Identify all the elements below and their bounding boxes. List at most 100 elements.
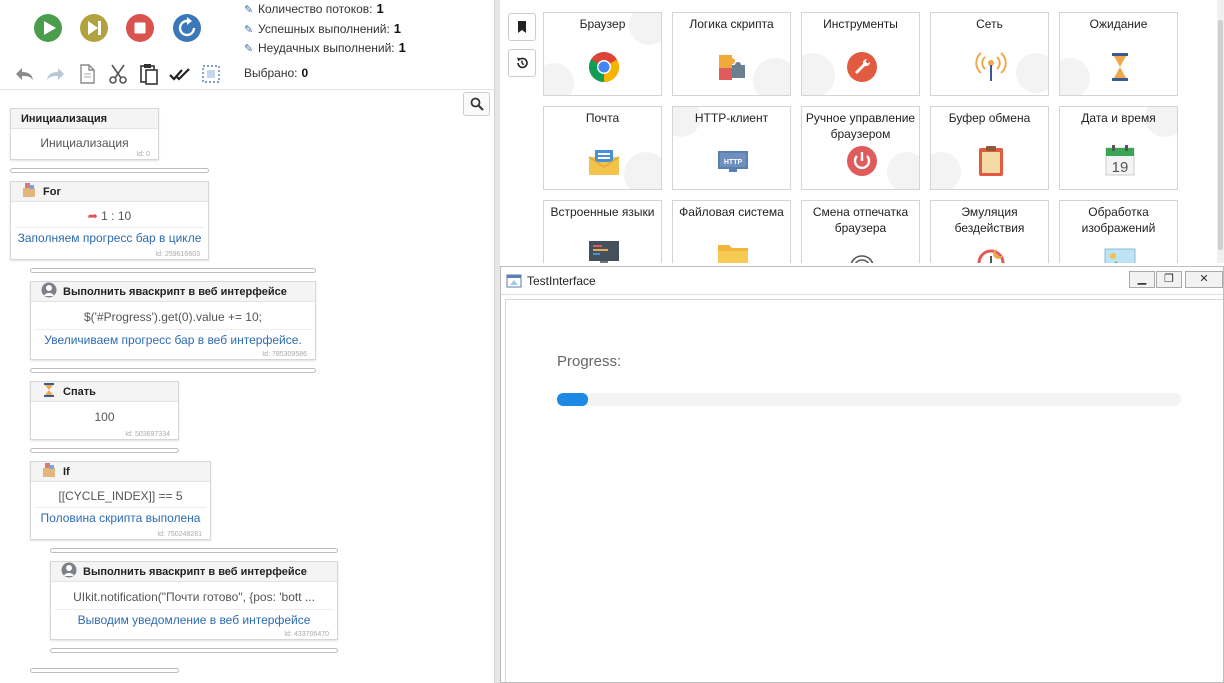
block-header: If: [31, 462, 210, 482]
http-icon: HTTP: [717, 145, 749, 177]
block-header: Спать: [31, 382, 178, 402]
tile-label: Ручное управление браузером: [805, 111, 916, 141]
tile-label: Буфер обмена: [948, 111, 1031, 125]
refresh-icon: [173, 14, 201, 42]
action-block-sleep[interactable]: Спать 100 Id: 503697334: [30, 381, 179, 440]
undo-button[interactable]: [12, 62, 36, 86]
search-button[interactable]: [463, 92, 490, 116]
scrollbar-thumb[interactable]: [1218, 20, 1223, 250]
stop-icon: [126, 14, 154, 42]
play-icon: [34, 14, 62, 42]
palette-tile-image-processing[interactable]: Обработка изображений: [1059, 200, 1178, 263]
window-titlebar[interactable]: TestInterface ▁ ❐ ✕: [501, 267, 1223, 295]
block-title: Спать: [63, 386, 96, 398]
run-one-step-button[interactable]: [79, 13, 109, 43]
block-title: Выполнить яваскрипт в веб интерфейсе: [83, 566, 307, 578]
tile-label: Встроенные языки: [550, 205, 655, 219]
tile-label: Браузер: [579, 17, 626, 31]
palette-tile-date-time[interactable]: Дата и время 19: [1059, 106, 1178, 190]
palette-tile-waiting[interactable]: Ожидание: [1059, 12, 1178, 96]
fail-count: ✎ Неудачных выполнений: 1: [244, 39, 406, 57]
palette-tile-file-system[interactable]: Файловая система: [672, 200, 791, 263]
block-id: Id: 433706470: [284, 631, 329, 638]
close-icon: ✕: [1199, 273, 1209, 285]
selection-mode-button[interactable]: [199, 62, 223, 86]
user-avatar-icon: [41, 282, 57, 298]
chrome-icon: [588, 51, 620, 83]
block-connector: [50, 648, 338, 653]
palette-tile-mail[interactable]: Почта: [543, 106, 662, 190]
minimize-button[interactable]: ▁: [1129, 271, 1155, 288]
block-connector: [50, 548, 338, 553]
action-block-init[interactable]: Инициализация Инициализация Id: 0: [10, 108, 159, 160]
restore-icon: ❐: [1164, 273, 1174, 285]
block-id: Id: 750248281: [157, 531, 202, 538]
copy-button[interactable]: [75, 62, 99, 86]
palette-tile-browser[interactable]: Браузер: [543, 12, 662, 96]
block-body: $('#Progress').get(0).value += 10;: [83, 310, 262, 324]
bookmark-button[interactable]: [508, 13, 536, 41]
hourglass-icon: [44, 383, 54, 397]
restart-button[interactable]: [172, 13, 202, 43]
palette-tile-builtin-languages[interactable]: Встроенные языки: [543, 200, 662, 263]
close-button[interactable]: ✕: [1185, 271, 1223, 288]
scissors-icon: [109, 64, 127, 84]
block-id: Id: 259616603: [155, 251, 200, 258]
run-button[interactable]: [33, 13, 63, 43]
action-block-for[interactable]: For ➦ 1 : 10 Заполняем прогресс бар в ци…: [10, 181, 209, 260]
success-count: ✎ Успешных выполнений: 1: [244, 20, 401, 38]
palette-tile-http-client[interactable]: HTTP-клиент HTTP: [672, 106, 791, 190]
tile-decoration: [1060, 58, 1090, 95]
http-text: HTTP: [724, 159, 743, 166]
palette-tile-clipboard[interactable]: Буфер обмена: [930, 106, 1049, 190]
progress-bar: [557, 393, 1181, 406]
block-body: [[CYCLE_INDEX]] == 5: [58, 489, 183, 503]
block-id: Id: 785309586: [262, 351, 307, 358]
block-comment: Выводим уведомление в веб интерфейсе: [55, 609, 333, 629]
threads-count: ✎ Количество потоков: 1: [244, 0, 384, 18]
window-title: TestInterface: [527, 274, 596, 288]
palette-tile-fingerprint-change[interactable]: Смена отпечатка браузера: [801, 200, 920, 263]
app-window-icon: [506, 274, 522, 288]
palette-tile-script-logic[interactable]: Логика скрипта: [672, 12, 791, 96]
tile-decoration: [931, 152, 961, 189]
cut-button[interactable]: [106, 62, 130, 86]
block-header: Выполнить яваскрипт в веб интерфейсе: [31, 282, 315, 302]
app-root: ✎ Количество потоков: 1 ✎ Успешных выполнен…: [0, 0, 1224, 683]
tile-label: Обработка изображений: [1081, 205, 1156, 235]
redo-button[interactable]: [44, 62, 68, 86]
calendar-day: 19: [1112, 159, 1129, 176]
block-connector: [30, 368, 316, 373]
selected-count: Выбрано: 0: [244, 64, 308, 82]
block-title: Выполнить яваскрипт в веб интерфейсе: [63, 286, 287, 298]
palette-tile-network[interactable]: Сеть: [930, 12, 1049, 96]
palette-scrollbar[interactable]: [1217, 0, 1224, 263]
restore-button[interactable]: ❐: [1156, 271, 1182, 288]
select-all-button[interactable]: [168, 62, 192, 86]
script-editor-panel: ✎ Количество потоков: 1 ✎ Успешных выполнен…: [0, 0, 494, 683]
pencil-icon: ✎: [244, 24, 254, 36]
tile-decoration: [1016, 53, 1048, 93]
double-check-icon: [169, 68, 190, 81]
selected-label: Выбрано:: [244, 66, 298, 80]
block-connector: [30, 448, 179, 453]
palette-tile-manual-browser[interactable]: Ручное управление браузером: [801, 106, 920, 190]
stop-button[interactable]: [125, 13, 155, 43]
progress-label: Progress:: [557, 353, 622, 370]
tile-label: Файловая система: [679, 205, 784, 219]
wrench-icon: [846, 51, 878, 83]
block-body-text: 1 : 10: [101, 209, 132, 223]
palette-tile-idle-emulation[interactable]: Эмуляция бездействия: [930, 200, 1049, 263]
action-block-if[interactable]: If [[CYCLE_INDEX]] == 5 Половина скрипта…: [30, 461, 211, 540]
tile-label: Почта: [585, 111, 620, 125]
history-icon: [517, 57, 528, 69]
tile-label: Сеть: [976, 17, 1003, 31]
paste-button[interactable]: [137, 62, 161, 86]
tile-label: Логика скрипта: [689, 17, 774, 31]
fingerprint-icon: [846, 247, 878, 263]
skip-next-icon: [80, 14, 108, 42]
history-button[interactable]: [508, 49, 536, 77]
action-block-execute-js[interactable]: Выполнить яваскрипт в веб интерфейсе $('…: [30, 281, 316, 360]
palette-tile-tools[interactable]: Инструменты: [801, 12, 920, 96]
action-block-execute-js[interactable]: Выполнить яваскрипт в веб интерфейсе UIk…: [50, 561, 338, 640]
